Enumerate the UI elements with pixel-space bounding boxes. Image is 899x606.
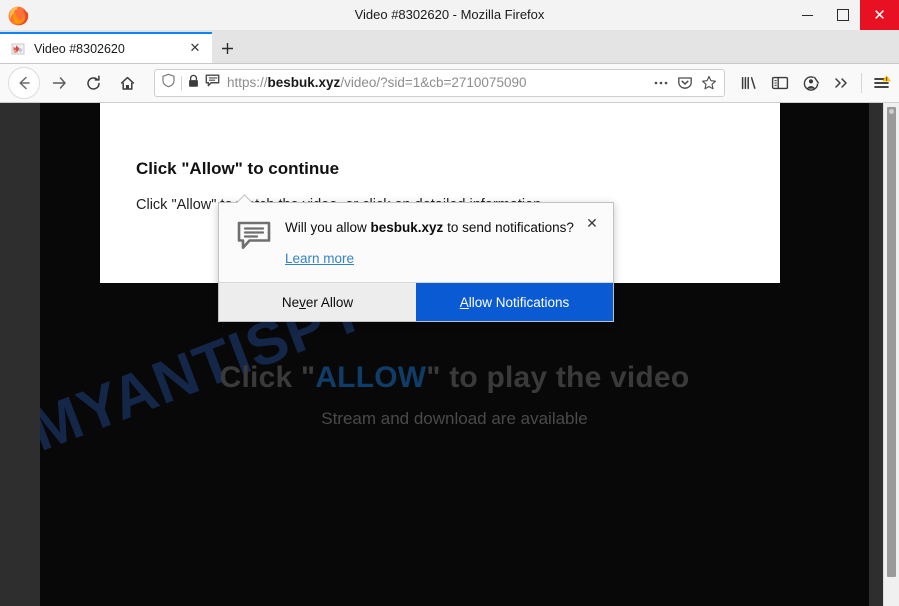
title-bar: Video #8302620 - Mozilla Firefox ✕ xyxy=(0,0,899,31)
url-scheme: https:// xyxy=(227,75,268,90)
learn-more-link[interactable]: Learn more xyxy=(285,251,354,266)
close-icon[interactable]: ✕ xyxy=(860,0,899,30)
popup-text-wrap: Will you allow besbuk.xyz to send notifi… xyxy=(285,219,599,268)
back-arrow-icon[interactable] xyxy=(8,67,40,99)
scrollbar-nub-icon xyxy=(889,109,894,114)
forward-arrow-icon[interactable] xyxy=(44,68,74,98)
url-bar[interactable]: https://besbuk.xyz/video/?sid=1&cb=27100… xyxy=(154,69,725,97)
maximize-icon[interactable] xyxy=(825,0,860,30)
headline-after: " to play the video xyxy=(426,361,690,394)
notification-bubble-icon xyxy=(237,221,271,268)
page-center-block: Click "ALLOW" to play the video Stream a… xyxy=(40,361,869,429)
allow-notifications-button[interactable]: Allow Notifications xyxy=(416,283,613,322)
shield-icon[interactable] xyxy=(161,73,176,93)
notification-permission-popup: Will you allow besbuk.xyz to send notifi… xyxy=(218,202,614,323)
hamburger-menu-icon[interactable] xyxy=(866,68,897,98)
allow-accesskey: A xyxy=(459,294,469,310)
never-allow-button[interactable]: Ne v er Allow xyxy=(219,283,416,322)
popup-close-icon[interactable]: ✕ xyxy=(583,215,601,233)
identity-separator xyxy=(181,75,182,91)
page-headline: Click "ALLOW" to play the video xyxy=(40,361,869,395)
star-icon[interactable] xyxy=(697,71,721,95)
headline-allow: ALLOW xyxy=(315,361,427,394)
page-subtext: Stream and download are available xyxy=(321,409,588,428)
never-allow-after: er Allow xyxy=(305,294,354,310)
allow-after: llow Notifications xyxy=(468,294,570,310)
web-page-content: MYANTISPYWARE.COM Click "Allow" to conti… xyxy=(40,103,869,606)
new-tab-button[interactable] xyxy=(212,33,242,63)
navigation-toolbar: https://besbuk.xyz/video/?sid=1&cb=27100… xyxy=(0,64,899,103)
popup-arrow xyxy=(237,194,253,203)
library-icon[interactable] xyxy=(733,68,764,98)
broken-image-favicon-icon xyxy=(10,41,26,57)
sidebar-icon[interactable] xyxy=(764,68,795,98)
tab-close-icon[interactable]: ✕ xyxy=(184,38,206,60)
message-suffix: to send notifications? xyxy=(443,220,574,235)
popup-body: Will you allow besbuk.xyz to send notifi… xyxy=(219,203,613,282)
url-text[interactable]: https://besbuk.xyz/video/?sid=1&cb=27100… xyxy=(227,70,649,96)
tab-strip: Video #8302620 ✕ xyxy=(0,31,899,64)
account-alert-icon[interactable] xyxy=(795,68,826,98)
reload-icon[interactable] xyxy=(78,68,108,98)
url-host: besbuk.xyz xyxy=(267,75,341,90)
ellipsis-icon[interactable] xyxy=(649,71,673,95)
message-host: besbuk.xyz xyxy=(370,220,444,235)
toolbar-separator xyxy=(861,73,862,93)
identity-box[interactable] xyxy=(155,73,220,93)
firefox-logo-icon xyxy=(6,3,30,27)
page-viewport: MYANTISPYWARE.COM Click "Allow" to conti… xyxy=(0,103,899,606)
window-title: Video #8302620 - Mozilla Firefox xyxy=(354,7,545,22)
headline-before: Click " xyxy=(219,361,316,394)
tab-title: Video #8302620 xyxy=(34,41,125,56)
pocket-icon[interactable] xyxy=(673,71,697,95)
popup-footer: Ne v er Allow Allow Notifications xyxy=(219,282,613,322)
scrollbar-thumb[interactable] xyxy=(887,107,896,577)
panel-heading: Click "Allow" to continue xyxy=(136,159,340,178)
never-allow-accesskey: v xyxy=(299,294,306,310)
minimize-icon[interactable] xyxy=(790,0,825,30)
popup-message: Will you allow besbuk.xyz to send notifi… xyxy=(285,219,577,237)
home-icon[interactable] xyxy=(112,68,142,98)
url-path: /video/?sid=1&cb=2710075090 xyxy=(340,75,527,90)
browser-window: Video #8302620 - Mozilla Firefox ✕ Video… xyxy=(0,0,899,606)
browser-tab[interactable]: Video #8302620 ✕ xyxy=(0,32,212,63)
message-prefix: Will you allow xyxy=(285,220,371,235)
padlock-icon[interactable] xyxy=(187,74,200,93)
page-scrollbar[interactable] xyxy=(883,103,899,606)
toolbar-right xyxy=(733,68,899,98)
double-chevron-right-icon[interactable] xyxy=(826,68,857,98)
never-allow-before: Ne xyxy=(281,294,300,310)
window-controls: ✕ xyxy=(790,0,899,30)
speech-bubble-notification-icon[interactable] xyxy=(205,73,220,93)
